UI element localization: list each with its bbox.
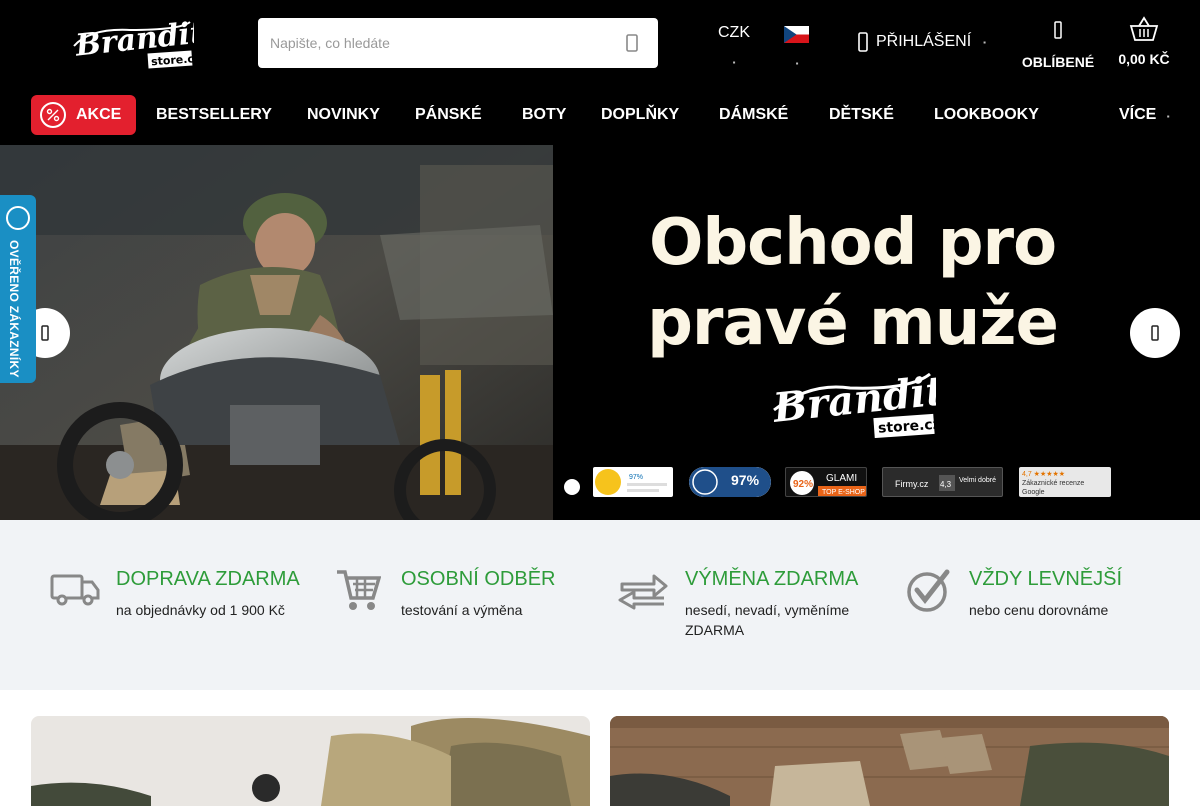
verified-customers-tab[interactable]: OVĚŘENO ZÁKAZNÍKY: [0, 195, 36, 383]
category-card-right[interactable]: [610, 716, 1169, 806]
logo-sub: store.cz: [151, 52, 194, 68]
benefits-bar: DOPRAVA ZDARMA na objednávky od 1 900 Kč…: [0, 520, 1200, 690]
verified-tab-label: OVĚŘENO ZÁKAZNÍKY: [7, 240, 21, 378]
carousel-dot-active[interactable]: [564, 479, 580, 495]
overeno-score: 97%: [731, 472, 760, 488]
heureka-badge[interactable]: 97%: [593, 467, 673, 497]
nav-item-more[interactable]: VÍCE ▪: [1119, 95, 1170, 135]
headline-line-2: pravé muže: [647, 286, 1059, 360]
benefit-text: nesedí, nevadí, vyměníme ZDARMA: [685, 602, 850, 638]
chevron-down-icon: ▪: [983, 37, 986, 47]
category-card-left[interactable]: [31, 716, 590, 806]
firmy-rating: 4,3: [940, 480, 952, 489]
language-select[interactable]: ▪: [784, 26, 810, 68]
chevron-down-icon: ▪: [1166, 112, 1170, 121]
chevron-down-icon: ▪: [795, 59, 799, 68]
search-icon[interactable]: [624, 34, 640, 52]
firmy-badge[interactable]: Firmy.cz 4,3 Velmi dobré: [882, 467, 1003, 497]
nav-item-lookbooky[interactable]: LOOKBOOKY: [934, 95, 1039, 135]
nav-item-detske[interactable]: DĚTSKÉ: [829, 95, 894, 135]
firmy-rating-text: Velmi dobré: [959, 477, 996, 484]
hero-banner[interactable]: Obchod pro pravé muže Brandit store.cz 9…: [0, 145, 1200, 520]
shopping-cart-icon: [337, 570, 381, 610]
brandit-logo[interactable]: Brandit store.cz: [70, 16, 194, 70]
nav-item-akce[interactable]: AKCE: [31, 95, 136, 135]
firmy-name: Firmy.cz: [895, 479, 929, 489]
glami-name: GLAMI: [826, 473, 857, 484]
chevron-left-icon: [41, 325, 49, 341]
nav-item-damske[interactable]: DÁMSKÉ: [719, 95, 788, 135]
nav-item-boty[interactable]: BOTY: [522, 95, 566, 135]
percent-icon: [40, 102, 66, 128]
google-sub: Zákaznické recenze: [1022, 480, 1084, 487]
nav-more-label: VÍCE: [1119, 106, 1157, 123]
glami-score: 92%: [793, 479, 813, 490]
benefit-title: VÝMĚNA ZDARMA: [685, 568, 859, 590]
basket-icon: [1129, 16, 1159, 41]
site-header: Brandit store.cz CZK ▪ ▪ PŘIHLÁŠENÍ ▪: [0, 0, 1200, 145]
category-image-military-gear: [31, 716, 590, 806]
nav-label: AKCE: [76, 106, 122, 123]
hero-brandit-logo: Brandit store.cz: [770, 370, 936, 438]
checkmark-circle-icon: [907, 569, 950, 612]
benefit-title: OSOBNÍ ODBĚR: [401, 568, 556, 590]
cart-button[interactable]: 0,00 KČ: [1114, 16, 1174, 67]
user-icon: [858, 32, 868, 52]
truck-icon: [50, 574, 100, 606]
benefit-text: na objednávky od 1 900 Kč: [116, 602, 285, 618]
heart-icon: [1054, 21, 1062, 39]
benefit-text: testování a výměna: [401, 602, 523, 618]
nav-item-novinky[interactable]: NOVINKY: [307, 95, 380, 135]
benefit-title: VŽDY LEVNĚJŠÍ: [969, 568, 1123, 590]
carousel-next-button[interactable]: [1130, 308, 1180, 358]
chevron-down-icon: ▪: [732, 58, 736, 67]
login-label: PŘIHLÁŠENÍ: [876, 33, 972, 50]
headline-line-1: Obchod pro: [648, 206, 1057, 280]
google-badge[interactable]: 4,7 ★★★★★ Zákaznické recenze Google: [1019, 467, 1111, 497]
benefit-text: nebo cenu dorovnáme: [969, 602, 1109, 618]
chevron-right-icon: [1151, 325, 1159, 341]
category-image-outdoor-clothing: [610, 716, 1169, 806]
main-nav: AKCE BESTSELLERY NOVINKY PÁNSKÉ BOTY DOP…: [0, 95, 1200, 135]
glami-badge[interactable]: 92% GLAMI TOP E-SHOP: [785, 467, 867, 497]
google-score: 4,7 ★★★★★: [1022, 470, 1065, 478]
hero-headline: Obchod pro pravé muže: [560, 203, 1145, 363]
verified-seal-icon: [6, 206, 30, 230]
czech-flag-icon: [784, 26, 809, 43]
glami-sub: TOP E-SHOP: [822, 489, 865, 496]
cart-total: 0,00 KČ: [1118, 51, 1170, 67]
benefit-title: DOPRAVA ZDARMA: [116, 568, 300, 590]
currency-label: CZK: [718, 24, 750, 41]
hero-photo: [0, 145, 553, 520]
heureka-score: 97%: [629, 474, 643, 481]
nav-item-bestsellery[interactable]: BESTSELLERY: [156, 95, 272, 135]
nav-item-doplnky[interactable]: DOPLŇKY: [601, 95, 679, 135]
search-input[interactable]: [270, 18, 610, 68]
google-name: Google: [1022, 489, 1045, 496]
exchange-arrows-icon: [618, 574, 668, 610]
favorites-label: OBLÍBENÉ: [1021, 54, 1095, 70]
favorites-button[interactable]: OBLÍBENÉ: [1018, 20, 1098, 70]
overeno-badge[interactable]: 97%: [689, 467, 771, 497]
login-button[interactable]: PŘIHLÁŠENÍ ▪: [858, 31, 986, 53]
nav-item-panske[interactable]: PÁNSKÉ: [415, 95, 482, 135]
currency-select[interactable]: CZK ▪: [714, 24, 754, 67]
search-box: [258, 18, 658, 68]
